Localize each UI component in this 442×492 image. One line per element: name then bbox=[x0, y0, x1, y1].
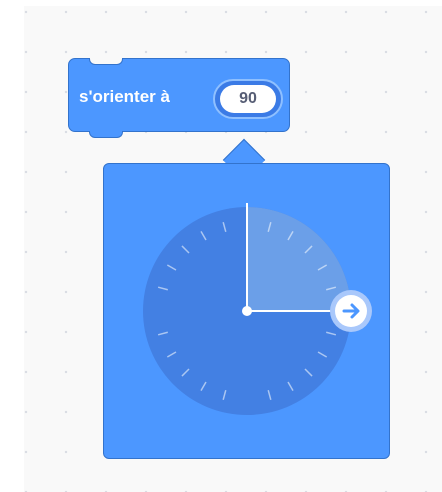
dial-handle[interactable] bbox=[330, 290, 372, 332]
direction-dial-popup bbox=[103, 163, 390, 459]
direction-dial[interactable] bbox=[104, 164, 391, 460]
point-in-direction-block[interactable]: s'orienter à 90 bbox=[68, 58, 290, 138]
block-top-notch bbox=[89, 58, 123, 65]
direction-input[interactable]: 90 bbox=[220, 85, 276, 113]
block-bottom-bump bbox=[89, 131, 123, 138]
dial-sector bbox=[247, 207, 351, 311]
block-label: s'orienter à bbox=[79, 87, 170, 106]
dial-center bbox=[242, 306, 252, 316]
direction-input-ring: 90 bbox=[213, 79, 283, 119]
